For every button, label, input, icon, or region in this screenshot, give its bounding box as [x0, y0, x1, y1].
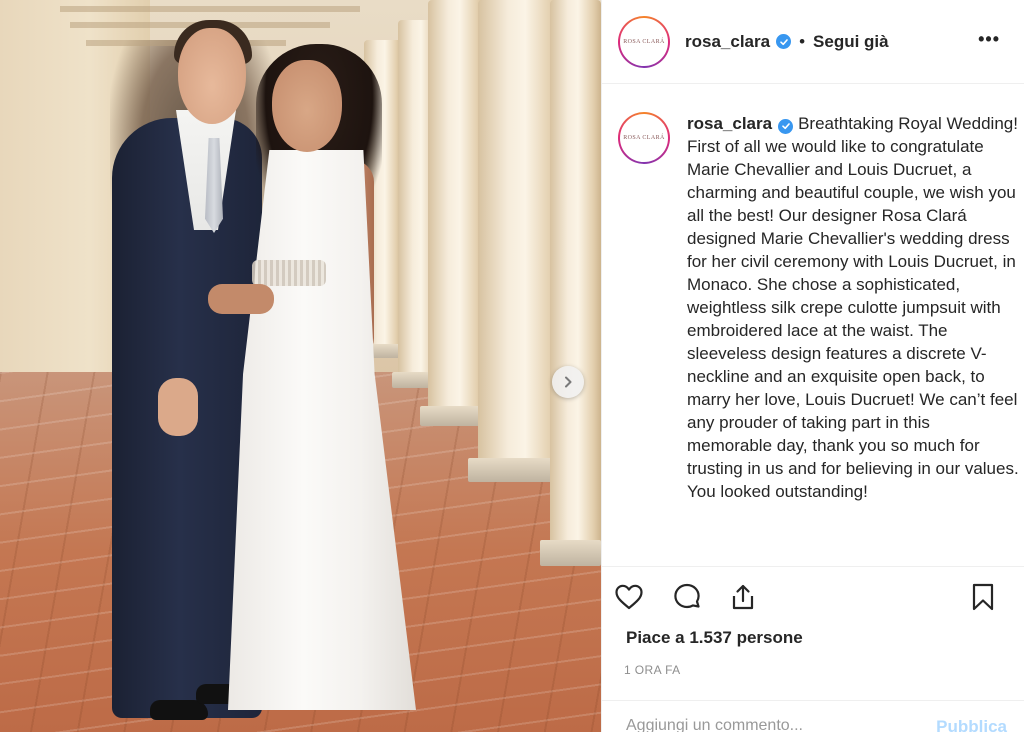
separator-dot: • — [799, 31, 806, 51]
publish-button[interactable]: Pubblica — [936, 717, 1007, 732]
following-button[interactable]: Segui già — [813, 32, 889, 52]
groom-face — [178, 28, 246, 124]
bookmark-icon — [972, 583, 994, 611]
avatar[interactable]: ROSA CLARÁ — [618, 15, 670, 68]
comment-input[interactable] — [626, 717, 906, 732]
comment-row: Pubblica — [602, 700, 1024, 732]
verified-badge-icon — [778, 118, 794, 134]
more-options-icon[interactable]: ••• — [978, 30, 1000, 48]
instagram-post: ROSA CLARÁ rosa_clara • Segui già ••• RO… — [0, 0, 1024, 732]
post-photo[interactable] — [0, 0, 601, 732]
chevron-right-icon — [565, 376, 572, 388]
like-button[interactable] — [614, 582, 644, 617]
bride-hand — [208, 284, 274, 314]
action-bar — [602, 566, 1024, 626]
comment-button[interactable] — [672, 582, 702, 617]
likes-count[interactable]: Piace a 1.537 persone — [626, 628, 803, 648]
column — [550, 0, 601, 560]
next-photo-button[interactable] — [552, 366, 584, 398]
heart-icon — [615, 584, 643, 610]
post-sidebar: ROSA CLARÁ rosa_clara • Segui già ••• RO… — [601, 0, 1024, 732]
bride-lace-belt — [252, 260, 326, 286]
share-button[interactable] — [728, 582, 758, 617]
caption-avatar[interactable]: ROSA CLARÁ — [618, 112, 670, 164]
comment-icon — [674, 583, 700, 609]
verified-badge-icon — [776, 34, 792, 49]
avatar-logo-text: ROSA CLARÁ — [623, 38, 665, 45]
ceiling-beam — [60, 6, 360, 12]
username-link[interactable]: rosa_clara — [685, 32, 770, 52]
share-icon — [732, 584, 754, 610]
bride-face — [272, 60, 342, 152]
save-button[interactable] — [968, 582, 998, 617]
groom-hand — [158, 378, 198, 436]
column-base — [540, 540, 601, 566]
caption: rosa_clara Breathtaking Royal Wedding! Fi… — [687, 112, 1019, 503]
caption-username-link[interactable]: rosa_clara — [687, 114, 772, 133]
post-timestamp[interactable]: 1 ORA FA — [624, 663, 681, 677]
caption-text: Breathtaking Royal Wedding! First of all… — [687, 114, 1019, 501]
caption-area: ROSA CLARÁ rosa_clara Breathtaking Royal … — [602, 84, 1024, 566]
avatar-logo-text: ROSA CLARÁ — [623, 135, 665, 141]
post-header: ROSA CLARÁ rosa_clara • Segui già ••• — [602, 0, 1024, 84]
